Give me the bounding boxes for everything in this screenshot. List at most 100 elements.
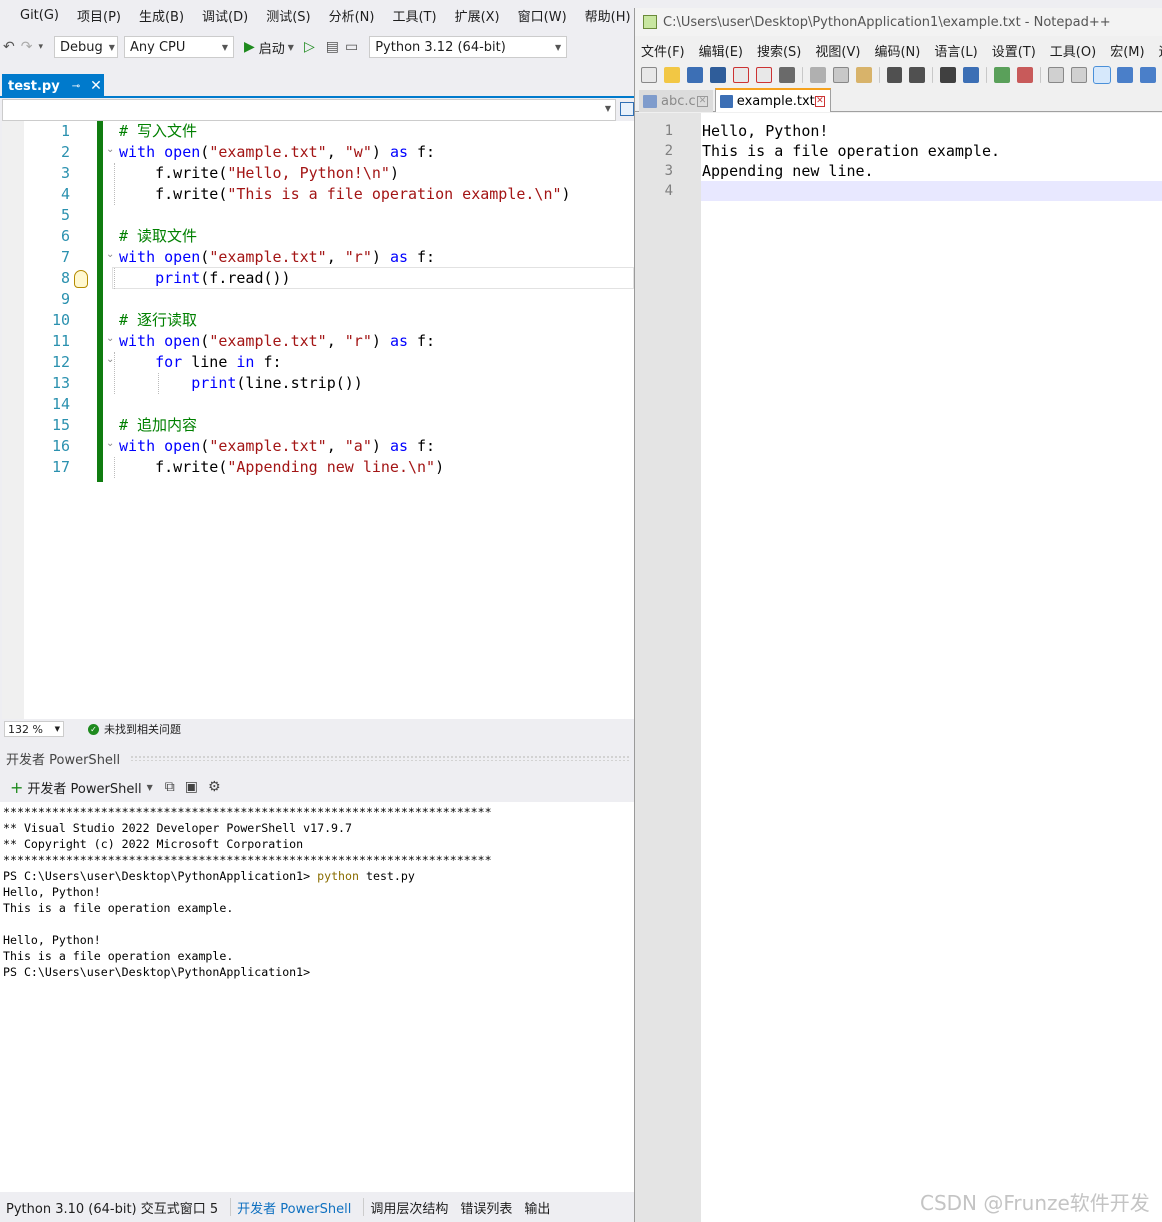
start-button[interactable]: ▶ 启动 ▼: [244, 38, 297, 57]
save-icon[interactable]: [686, 67, 703, 83]
npp-menu-view[interactable]: 视图(V): [815, 41, 860, 60]
open-file-icon[interactable]: [663, 67, 680, 83]
undo-icon[interactable]: ↶: [3, 39, 15, 55]
code-token: with: [119, 332, 156, 350]
npp-menu-settings[interactable]: 设置(T): [992, 41, 1036, 60]
paste-icon[interactable]: [855, 67, 872, 83]
platform-select[interactable]: Any CPU ▼: [124, 36, 234, 58]
sync-horizontal-icon[interactable]: [1071, 67, 1088, 83]
vs-menu-tools[interactable]: 工具(T): [392, 6, 436, 25]
close-icon[interactable]: ✕: [90, 78, 102, 94]
vs-menu-window[interactable]: 窗口(W): [518, 6, 567, 25]
code-token: open: [164, 332, 201, 350]
vs-menu-project[interactable]: 项目(P): [77, 6, 121, 25]
console-text: PS C:\Users\user\Desktop\PythonApplicati…: [3, 965, 311, 979]
close-icon[interactable]: ✕: [697, 95, 708, 107]
npp-menu-search[interactable]: 搜索(S): [757, 41, 801, 60]
collapse-chevron-icon[interactable]: ⌄: [106, 438, 114, 449]
new-file-icon[interactable]: [641, 67, 657, 83]
tab-test-py[interactable]: test.py ⊸ ✕: [2, 74, 104, 98]
gear-icon[interactable]: ⚙: [208, 779, 221, 795]
save-all-icon[interactable]: [709, 67, 726, 83]
vs-menu-extensions[interactable]: 扩展(X): [455, 6, 500, 25]
chevron-down-icon: ▼: [287, 42, 294, 52]
paste-icon[interactable]: ▣: [185, 779, 198, 795]
zoom-out-icon[interactable]: [1017, 67, 1034, 83]
cut-icon[interactable]: [809, 67, 826, 83]
window-layout-icon[interactable]: ▭: [345, 39, 358, 55]
npp-tab-abc-c[interactable]: abc.c ✕: [639, 90, 713, 112]
npp-menu-tools[interactable]: 工具(O): [1050, 41, 1096, 60]
code-token: # 读取文件: [119, 227, 198, 245]
code-token: ): [371, 332, 390, 350]
toolbar-overflow-icon[interactable]: ▾: [38, 42, 43, 52]
code-token: for: [155, 353, 183, 371]
bottom-tab[interactable]: Python 3.10 (64-bit) 交互式窗口 5: [6, 1198, 218, 1217]
vs-menubar: Git(G) 项目(P) 生成(B) 调试(D) 测试(S) 分析(N) 工具(…: [0, 0, 634, 30]
copy-icon[interactable]: ⧉: [165, 779, 175, 795]
code-token: with: [119, 437, 156, 455]
collapse-chevron-icon[interactable]: ⌄: [106, 249, 114, 260]
vs-menu-debug[interactable]: 调试(D): [202, 6, 248, 25]
npp-menu-macro[interactable]: 宏(M): [1110, 41, 1144, 60]
npp-line-number-gutter: 1 2 3 4: [635, 113, 701, 1222]
npp-menu-edit[interactable]: 编辑(E): [699, 41, 743, 60]
lightbulb-icon[interactable]: [74, 270, 88, 288]
config-select[interactable]: Debug ▼: [54, 36, 118, 58]
word-wrap-icon[interactable]: [1093, 66, 1112, 84]
vs-menu-test[interactable]: 测试(S): [266, 6, 310, 25]
panel-drag-handle[interactable]: [130, 755, 630, 761]
npp-menu-file[interactable]: 文件(F): [641, 41, 685, 60]
split-editor-icon[interactable]: [620, 102, 634, 116]
redo-icon[interactable]: ↷: [21, 39, 33, 55]
copy-icon[interactable]: [832, 67, 849, 83]
vs-menu-git[interactable]: Git(G): [20, 8, 59, 23]
replace-icon[interactable]: [963, 67, 980, 83]
bottom-tab[interactable]: 错误列表: [460, 1198, 512, 1217]
npp-menu-encoding[interactable]: 编码(N): [874, 41, 920, 60]
vs-menu-analyze[interactable]: 分析(N): [329, 6, 375, 25]
zoom-in-icon[interactable]: [994, 67, 1011, 83]
npp-menu-language[interactable]: 语言(L): [934, 41, 977, 60]
python-environment-select[interactable]: Python 3.12 (64-bit) ▼: [369, 36, 568, 58]
pin-icon[interactable]: ⊸: [72, 81, 80, 92]
zoom-select[interactable]: 132 % ▼: [4, 721, 64, 737]
print-icon[interactable]: [778, 67, 795, 83]
bottom-tab[interactable]: 开发者 PowerShell: [237, 1198, 351, 1217]
vs-menu-build[interactable]: 生成(B): [139, 6, 184, 25]
close-all-icon[interactable]: [755, 67, 772, 83]
indent-guide-icon[interactable]: [1140, 67, 1157, 83]
line-number: 4: [60, 185, 70, 203]
close-icon[interactable]: ✕: [814, 95, 825, 107]
show-all-characters-icon[interactable]: [1117, 67, 1134, 83]
code-editor[interactable]: 1 2 3 4 5 6 7 8 9 10 11 12 13 14 15 16 17 # 写入文件 with ope…: [2, 121, 634, 719]
powershell-console[interactable]: ****************************************…: [0, 802, 634, 1192]
console-text: ****************************************…: [3, 853, 492, 867]
plus-icon[interactable]: +: [10, 778, 23, 797]
panel-title-bar: 开发者 PowerShell: [0, 744, 634, 772]
issues-status[interactable]: 未找到相关问题: [104, 721, 181, 737]
npp-title-bar: C:\Users\user\Desktop\PythonApplication1…: [635, 8, 1162, 36]
code-token: line: [182, 353, 237, 371]
sync-vertical-icon[interactable]: [1048, 67, 1065, 83]
new-powershell-button[interactable]: 开发者 PowerShell: [27, 778, 141, 797]
bottom-tab[interactable]: 调用层次结构: [370, 1198, 448, 1217]
collapse-chevron-icon[interactable]: ⌄: [106, 333, 114, 344]
toolbar-divider: [986, 67, 988, 83]
npp-text-editor[interactable]: 1 2 3 4 Hello, Python! This is a file operat…: [635, 113, 1162, 1222]
solution-explorer-icon[interactable]: ▤: [326, 39, 339, 55]
vs-menu-help[interactable]: 帮助(H): [585, 6, 631, 25]
start-without-debug-icon[interactable]: ▷: [304, 39, 315, 55]
find-icon[interactable]: [940, 67, 957, 83]
undo-icon[interactable]: [886, 67, 903, 83]
navigation-bar-select[interactable]: ▼: [2, 99, 616, 121]
npp-menu-run[interactable]: 运行: [1159, 41, 1162, 60]
line-number: 10: [51, 311, 70, 329]
collapse-chevron-icon[interactable]: ⌄: [106, 144, 114, 155]
chevron-down-icon[interactable]: ▼: [147, 783, 153, 792]
bottom-tab[interactable]: 输出: [524, 1198, 550, 1217]
npp-tab-example-txt[interactable]: example.txt ✕: [715, 88, 831, 112]
redo-icon[interactable]: [909, 67, 926, 83]
close-file-icon[interactable]: [732, 67, 749, 83]
